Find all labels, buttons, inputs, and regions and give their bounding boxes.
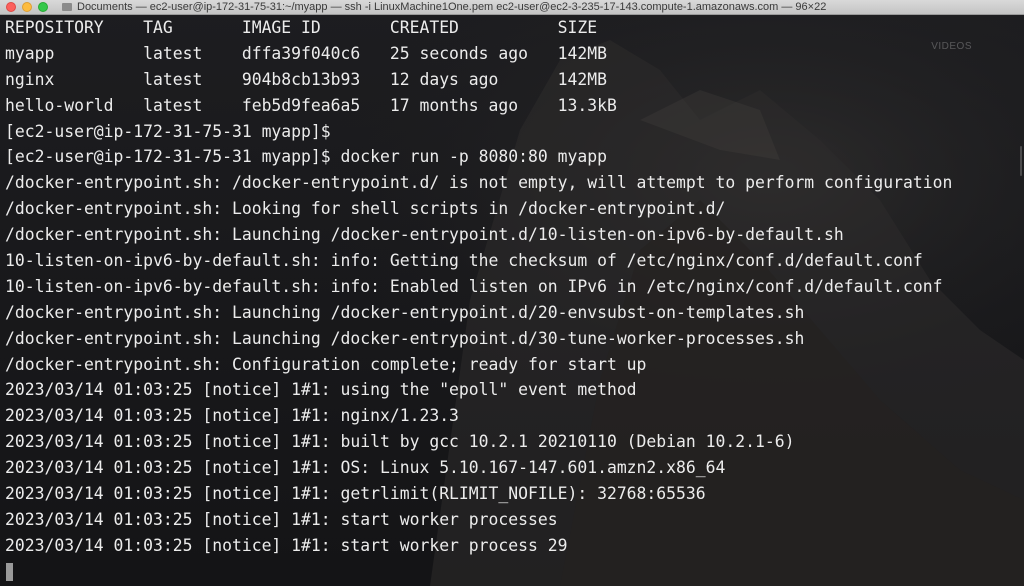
terminal-line: /docker-entrypoint.sh: /docker-entrypoin… <box>5 173 953 193</box>
terminal-line: 2023/03/14 01:03:25 [notice] 1#1: nginx/… <box>5 406 459 426</box>
terminal-output[interactable]: REPOSITORY TAG IMAGE ID CREATED SIZE mya… <box>0 14 1024 586</box>
terminal-line: nginx latest 904b8cb13b93 12 days ago 14… <box>5 69 607 89</box>
terminal-line: hello-world latest feb5d9fea6a5 17 month… <box>5 95 617 115</box>
terminal-line: /docker-entrypoint.sh: Launching /docker… <box>5 328 805 348</box>
terminal-line: 2023/03/14 01:03:25 [notice] 1#1: OS: Li… <box>5 458 726 478</box>
title-bar: Documents — ec2-user@ip-172-31-75-31:~/m… <box>0 0 1024 15</box>
terminal-line: 2023/03/14 01:03:25 [notice] 1#1: getrli… <box>5 484 706 504</box>
folder-icon <box>62 3 72 11</box>
terminal-line: myapp latest dffa39f040c6 25 seconds ago… <box>5 43 607 63</box>
terminal-line: REPOSITORY TAG IMAGE ID CREATED SIZE <box>5 18 598 37</box>
terminal-line: [ec2-user@ip-172-31-75-31 myapp]$ <box>5 121 331 141</box>
terminal-line: /docker-entrypoint.sh: Launching /docker… <box>5 302 805 322</box>
terminal-line: /docker-entrypoint.sh: Launching /docker… <box>5 225 844 245</box>
terminal-window: Documents — ec2-user@ip-172-31-75-31:~/m… <box>0 0 1024 586</box>
terminal-line: 2023/03/14 01:03:25 [notice] 1#1: using … <box>5 380 637 400</box>
terminal-line: [ec2-user@ip-172-31-75-31 myapp]$ docker… <box>5 147 607 167</box>
minimize-icon[interactable] <box>22 2 32 12</box>
terminal-line: 2023/03/14 01:03:25 [notice] 1#1: built … <box>5 432 795 452</box>
close-icon[interactable] <box>6 2 16 12</box>
terminal-line: 2023/03/14 01:03:25 [notice] 1#1: start … <box>5 535 568 555</box>
terminal-line: 10-listen-on-ipv6-by-default.sh: info: E… <box>5 276 943 296</box>
terminal-line: 10-listen-on-ipv6-by-default.sh: info: G… <box>5 251 923 271</box>
prompt-line[interactable] <box>0 559 1024 585</box>
maximize-icon[interactable] <box>38 2 48 12</box>
terminal-line: /docker-entrypoint.sh: Configuration com… <box>5 354 647 374</box>
terminal-line: 2023/03/14 01:03:25 [notice] 1#1: start … <box>5 509 558 529</box>
window-title: Documents — ec2-user@ip-172-31-75-31:~/m… <box>77 1 827 13</box>
scrollbar[interactable] <box>1020 146 1022 176</box>
terminal-line: /docker-entrypoint.sh: Looking for shell… <box>5 199 726 219</box>
window-controls <box>6 2 48 12</box>
text-cursor <box>6 563 13 582</box>
